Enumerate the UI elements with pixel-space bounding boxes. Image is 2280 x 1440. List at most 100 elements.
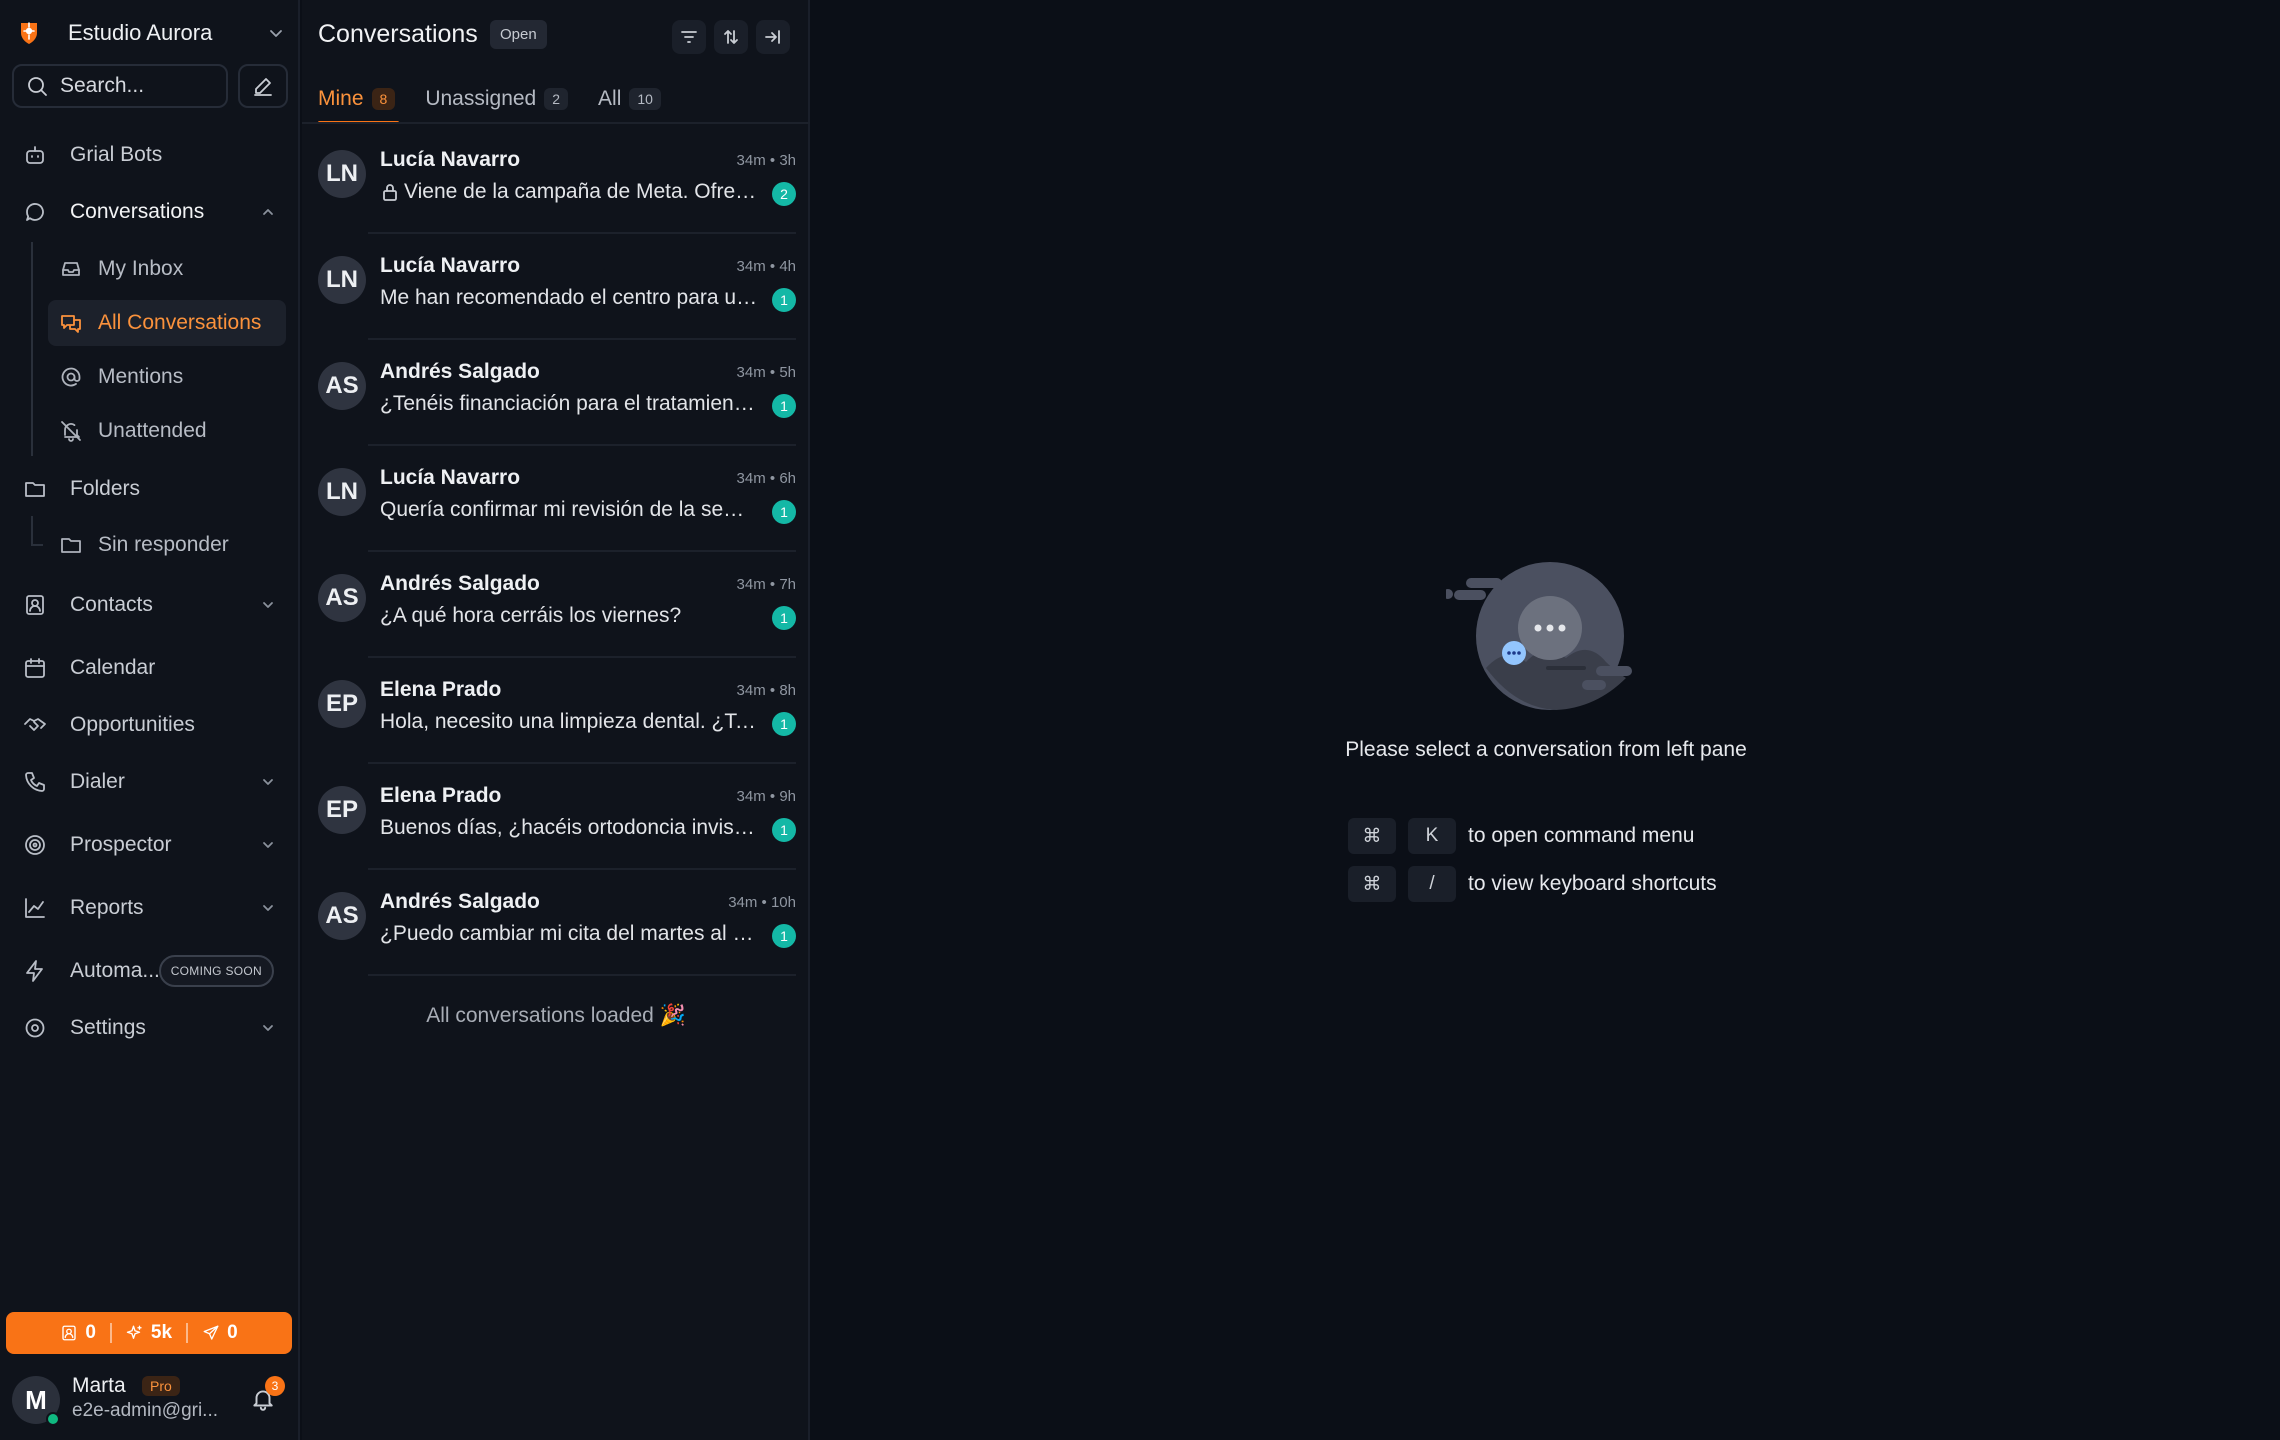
user-profile[interactable]: M Marta Pro e2e-admin@gri... 3 (12, 1372, 292, 1428)
nav-opportunities[interactable]: Opportunities (12, 702, 288, 748)
page-title: Conversations (318, 20, 478, 48)
nav-prospector[interactable]: Prospector (12, 822, 288, 868)
contacts-credit-value: 0 (85, 1322, 96, 1343)
conversation-row[interactable]: LN Lucía Navarro 34m • 4h Me han recomendad… (318, 234, 796, 340)
keycap: ⌘ (1348, 818, 1396, 854)
chevron-down-icon (266, 23, 286, 43)
bell-off-icon (58, 418, 84, 444)
divider (368, 974, 796, 976)
search-box[interactable] (12, 64, 228, 108)
contact-name: Lucía Navarro (380, 466, 521, 489)
sidebar-item-mentions[interactable]: Mentions (48, 354, 286, 400)
search-input[interactable] (60, 74, 220, 98)
sort-arrows-icon (721, 27, 741, 47)
nav-label: Settings (70, 1016, 146, 1039)
keycap: K (1408, 818, 1456, 854)
conversation-row[interactable]: LN Lucía Navarro 34m • 3h Viene de la campa… (318, 128, 796, 234)
contact-name: Andrés Salgado (380, 360, 540, 383)
conversation-row[interactable]: EP Elena Prado 34m • 8h Hola, necesito una … (318, 658, 796, 764)
list-end-message: All conversations loaded 🎉 (426, 1004, 686, 1027)
message-preview: Me han recomendado el centro para una va… (380, 286, 758, 310)
tab-label: Unassigned (425, 87, 537, 110)
nav-contacts[interactable]: Contacts (12, 582, 288, 628)
avatar: AS (318, 574, 366, 622)
ai-credit-value: 5k (150, 1322, 173, 1343)
avatar: LN (318, 256, 366, 304)
conversation-row[interactable]: AS Andrés Salgado 34m • 5h ¿Tenéis financia… (318, 340, 796, 446)
tab-count: 2 (544, 88, 569, 110)
sidebar-item-my-inbox[interactable]: My Inbox (48, 246, 286, 292)
nav-grial-bots[interactable]: Grial Bots (12, 132, 288, 178)
nav-dialer[interactable]: Dialer (12, 759, 288, 805)
chevron-down-icon (258, 898, 278, 918)
sidebar-item-sin-responder[interactable]: Sin responder (48, 522, 286, 568)
conversation-row[interactable]: AS Andrés Salgado 34m • 10h ¿Puedo cambiar … (318, 870, 796, 976)
shortcut-keyboard-shortcuts: ⌘ / to view keyboard shortcuts (1348, 866, 1717, 902)
chevron-down-icon (258, 1018, 278, 1038)
sidebar-item-unattended[interactable]: Unattended (48, 408, 286, 454)
tree-line (31, 242, 33, 456)
compose-button[interactable] (238, 64, 288, 108)
sidebar-item-all-conversations[interactable]: All Conversations (48, 300, 286, 346)
tab-mine[interactable]: Mine 8 (318, 76, 400, 124)
nav-label: Reports (70, 896, 144, 919)
message-text: Viene de la campaña de Meta. Ofrecer pri… (404, 180, 758, 203)
target-icon (22, 832, 48, 858)
tree-line (31, 516, 33, 546)
unread-count-badge: 1 (772, 712, 796, 736)
nav-label: Prospector (70, 833, 172, 856)
conversation-row[interactable]: EP Elena Prado 34m • 9h Buenos días, ¿hacéi… (318, 764, 796, 870)
coming-soon-badge: COMING SOON (158, 955, 274, 987)
folder-icon (22, 476, 48, 502)
collapse-panel-button[interactable] (756, 20, 790, 54)
message-preview: ¿Tenéis financiación para el tratamiento… (380, 392, 758, 416)
nav-folders[interactable]: Folders (12, 466, 288, 512)
search-icon (26, 75, 48, 97)
nav-settings[interactable]: Settings (12, 1005, 288, 1051)
contact-name: Lucía Navarro (380, 148, 521, 171)
nav-label: Dialer (70, 770, 125, 793)
contacts-credit: 0 (46, 1322, 110, 1344)
unread-count-badge: 1 (772, 606, 796, 630)
message-text: ¿Puedo cambiar mi cita del martes al jue… (380, 922, 758, 945)
unread-count-badge: 2 (772, 182, 796, 206)
avatar: EP (318, 786, 366, 834)
message-text: Me han recomendado el centro para una va… (380, 286, 758, 309)
conversation-row[interactable]: LN Lucía Navarro 34m • 6h Quería confirmar … (318, 446, 796, 552)
message-text: ¿A qué hora cerráis los viernes? (380, 604, 682, 627)
nav-conversations[interactable]: Conversations (12, 189, 288, 235)
nav-automations[interactable]: Automa... COMING SOON (12, 948, 288, 994)
send-icon (202, 1324, 220, 1342)
avatar: AS (318, 892, 366, 940)
keycap: ⌘ (1348, 866, 1396, 902)
conversation-row[interactable]: AS Andrés Salgado 34m • 7h ¿A qué hora cerr… (318, 552, 796, 658)
contact-name: Elena Prado (380, 678, 502, 701)
conversation-time: 34m • 8h (736, 682, 796, 699)
chevron-down-icon (258, 772, 278, 792)
chats-icon (58, 310, 84, 336)
chevron-down-icon (258, 595, 278, 615)
tab-unassigned[interactable]: Unassigned 2 (425, 76, 569, 122)
nav-label: Mentions (98, 365, 184, 388)
status-filter-pill[interactable]: Open (490, 20, 547, 49)
workspace-switcher[interactable]: Estudio Aurora (18, 16, 286, 50)
credits-bar[interactable]: 0 5k 0 (6, 1312, 292, 1354)
sort-button[interactable] (714, 20, 748, 54)
nav-reports[interactable]: Reports (12, 885, 288, 931)
lightning-icon (22, 958, 48, 984)
nav-label: Automa... (70, 959, 160, 982)
unread-count-badge: 1 (772, 500, 796, 524)
tab-label: Mine (318, 87, 364, 110)
empty-state-message: Please select a conversation from left p… (1345, 738, 1747, 761)
unread-count-badge: 1 (772, 818, 796, 842)
tab-all[interactable]: All 10 (598, 76, 661, 122)
conversation-time: 34m • 7h (736, 576, 796, 593)
nav-calendar[interactable]: Calendar (12, 645, 288, 691)
filter-button[interactable] (672, 20, 706, 54)
message-preview: ¿Puedo cambiar mi cita del martes al jue… (380, 922, 758, 946)
conversation-list-panel: Conversations Open Mine 8 Unassigned 2 A… (302, 0, 810, 1440)
contact-icon (60, 1324, 78, 1342)
chevron-down-icon (258, 835, 278, 855)
brand-logo-icon (18, 20, 40, 46)
folder-icon (58, 532, 84, 558)
